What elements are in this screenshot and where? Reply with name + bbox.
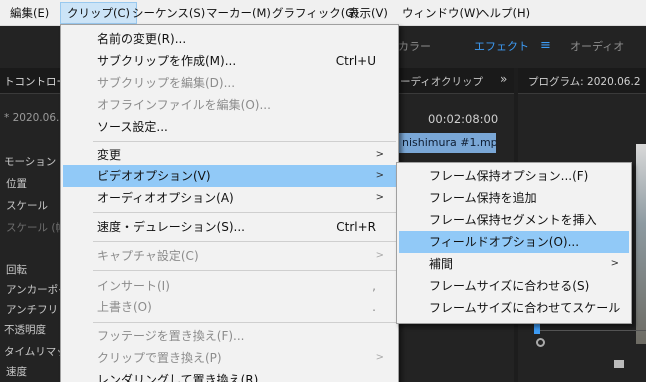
menu-item-audio-options[interactable]: オーディオオプション(A) > xyxy=(63,187,396,209)
submenu-arrow-icon: > xyxy=(375,352,384,363)
param-position: 位置 xyxy=(6,178,27,190)
menu-item-replace-with-clip[interactable]: クリップで置き換え(P) > xyxy=(63,347,396,369)
timeline-clip[interactable]: nishimura #1.mp4 xyxy=(398,133,496,153)
menu-item-label: 速度・デュレーション(S)... xyxy=(97,220,245,234)
menu-item-modify[interactable]: 変更 > xyxy=(63,144,396,166)
menu-item-render-and-replace[interactable]: レンダリングして置き換え(R)... xyxy=(63,369,396,382)
param-motion: モーション xyxy=(4,156,57,168)
menu-item-rename[interactable]: 名前の変更(R)... xyxy=(63,28,396,50)
param-anchor: アンカーポイ xyxy=(6,284,66,296)
menu-item-label: クリップで置き換え(P) xyxy=(97,351,222,365)
menu-item-label: レンダリングして置き換え(R)... xyxy=(97,373,270,382)
param-rotation: 回転 xyxy=(6,264,27,276)
menu-help[interactable]: ヘルプ(H) xyxy=(472,2,536,24)
param-opacity: 不透明度 xyxy=(4,324,46,336)
menu-item-label: ソース設定... xyxy=(97,120,168,134)
submenu-arrow-icon: > xyxy=(375,250,384,261)
menu-separator xyxy=(93,212,396,213)
submenu-arrow-icon: > xyxy=(375,192,384,203)
shortcut-label: Ctrl+R xyxy=(336,220,376,234)
effect-controls-panel: トコントロー * 2020.06.2 モーション 位置 スケール スケール (幅… xyxy=(0,68,66,382)
menu-item-video-options[interactable]: ビデオオプション(V) > xyxy=(63,165,396,187)
menu-item-label: フッテージを置き換え(F)... xyxy=(97,329,245,343)
menu-separator xyxy=(93,270,396,271)
submenu-item-label: フィールドオプション(O)... xyxy=(429,235,580,249)
submenu-item-frame-hold-options[interactable]: フレーム保持オプション...(F) xyxy=(399,165,629,187)
in-point-icon[interactable] xyxy=(536,338,545,347)
menu-item-label: 変更 xyxy=(97,148,122,162)
param-scale: スケール xyxy=(6,200,48,212)
submenu-item-scale-to-frame-size[interactable]: フレームサイズに合わせてスケール xyxy=(399,297,629,319)
workspace-menu-icon[interactable]: ≡ xyxy=(540,38,551,53)
menu-item-label: キャプチャ設定(C) xyxy=(97,249,199,263)
menu-separator xyxy=(93,241,396,242)
menu-item-label: 上書き(O) xyxy=(97,300,152,314)
menu-item-label: 名前の変更(R)... xyxy=(97,32,187,46)
panel-header: トコントロー xyxy=(0,68,64,94)
menu-item-insert[interactable]: インサート(I) , xyxy=(63,275,396,297)
submenu-arrow-icon: > xyxy=(375,170,384,181)
menu-item-edit-offline[interactable]: オフラインファイルを編集(O)... xyxy=(63,94,396,116)
menu-item-capture-settings[interactable]: キャプチャ設定(C) > xyxy=(63,245,396,267)
menu-item-label: ビデオオプション(V) xyxy=(97,169,211,183)
menu-item-replace-footage[interactable]: フッテージを置き換え(F)... xyxy=(63,325,396,347)
shortcut-label: . xyxy=(372,300,376,314)
menu-item-source-settings[interactable]: ソース設定... xyxy=(63,116,396,138)
submenu-item-set-to-frame-size[interactable]: フレームサイズに合わせる(S) xyxy=(399,275,629,297)
panel-title[interactable]: プログラム: 2020.06.2 xyxy=(528,74,641,89)
submenu-item-label: フレームサイズに合わせてスケール xyxy=(429,301,621,315)
menu-separator xyxy=(93,141,396,142)
param-time-remap: タイムリマップ xyxy=(4,346,64,358)
menu-item-label: インサート(I) xyxy=(97,279,170,293)
param-scale-width: スケール (幅 xyxy=(6,222,66,234)
workspace-audio[interactable]: オーディオ xyxy=(570,38,624,54)
menu-sequence[interactable]: シーケンス(S) xyxy=(126,2,211,24)
shortcut-label: Ctrl+U xyxy=(335,54,376,68)
workspace-effects[interactable]: エフェクト xyxy=(474,38,529,54)
menu-view[interactable]: 表示(V) xyxy=(342,2,394,24)
menu-separator xyxy=(93,322,396,323)
menu-item-edit-subclip[interactable]: サブクリップを編集(D)... xyxy=(63,72,396,94)
playhead-icon[interactable] xyxy=(534,324,540,334)
param-antiflicker: アンチフリッ xyxy=(6,304,66,316)
menu-item-label: オーディオオプション(A) xyxy=(97,191,234,205)
menu-item-label: サブクリップを編集(D)... xyxy=(97,76,236,90)
submenu-item-label: フレーム保持オプション...(F) xyxy=(429,169,589,183)
menu-item-label: サブクリップを作成(M)... xyxy=(97,54,237,68)
submenu-arrow-icon: > xyxy=(375,149,384,160)
workspace-color[interactable]: カラー xyxy=(398,38,431,54)
timecode: 00:02:08:00 xyxy=(428,112,499,126)
video-options-submenu: フレーム保持オプション...(F) フレーム保持を追加 フレーム保持セグメントを… xyxy=(396,162,632,324)
shortcut-label: , xyxy=(372,279,376,293)
panel-header: プログラム: 2020.06.2 xyxy=(518,68,646,94)
menu-item-overwrite[interactable]: 上書き(O) . xyxy=(63,296,396,318)
param-speed: 速度 xyxy=(6,366,27,378)
submenu-item-field-options[interactable]: フィールドオプション(O)... xyxy=(399,231,629,253)
clip-menu: 名前の変更(R)... サブクリップを作成(M)... Ctrl+U サブクリッ… xyxy=(60,24,399,382)
submenu-item-insert-frame-hold-segment[interactable]: フレーム保持セグメントを挿入 xyxy=(399,209,629,231)
panel-title[interactable]: ーディオクリップ xyxy=(400,74,483,89)
menu-item-speed-duration[interactable]: 速度・デュレーション(S)... Ctrl+R xyxy=(63,216,396,238)
submenu-item-label: フレーム保持セグメントを挿入 xyxy=(429,213,597,227)
playhead-track[interactable] xyxy=(534,330,646,331)
submenu-item-label: フレーム保持を追加 xyxy=(429,191,537,205)
menu-item-make-subclip[interactable]: サブクリップを作成(M)... Ctrl+U xyxy=(63,50,396,72)
panel-overflow-icon[interactable]: » xyxy=(500,72,507,86)
submenu-item-label: 補間 xyxy=(429,257,454,271)
menu-item-label: オフラインファイルを編集(O)... xyxy=(97,98,271,112)
sequence-name: * 2020.06.2 xyxy=(4,112,64,124)
submenu-item-add-frame-hold[interactable]: フレーム保持を追加 xyxy=(399,187,629,209)
panel-header: ーディオクリップ » xyxy=(398,68,514,94)
menu-bar: 編集(E) クリップ(C) シーケンス(S) マーカー(M) グラフィック(G)… xyxy=(0,0,646,26)
submenu-item-label: フレームサイズに合わせる(S) xyxy=(429,279,590,293)
submenu-arrow-icon: > xyxy=(610,258,619,269)
marker-icon[interactable] xyxy=(614,360,624,368)
panel-title[interactable]: トコントロー xyxy=(4,74,64,89)
submenu-item-interpolation[interactable]: 補間 > xyxy=(399,253,629,275)
program-preview xyxy=(636,144,646,344)
menu-edit[interactable]: 編集(E) xyxy=(4,2,55,24)
